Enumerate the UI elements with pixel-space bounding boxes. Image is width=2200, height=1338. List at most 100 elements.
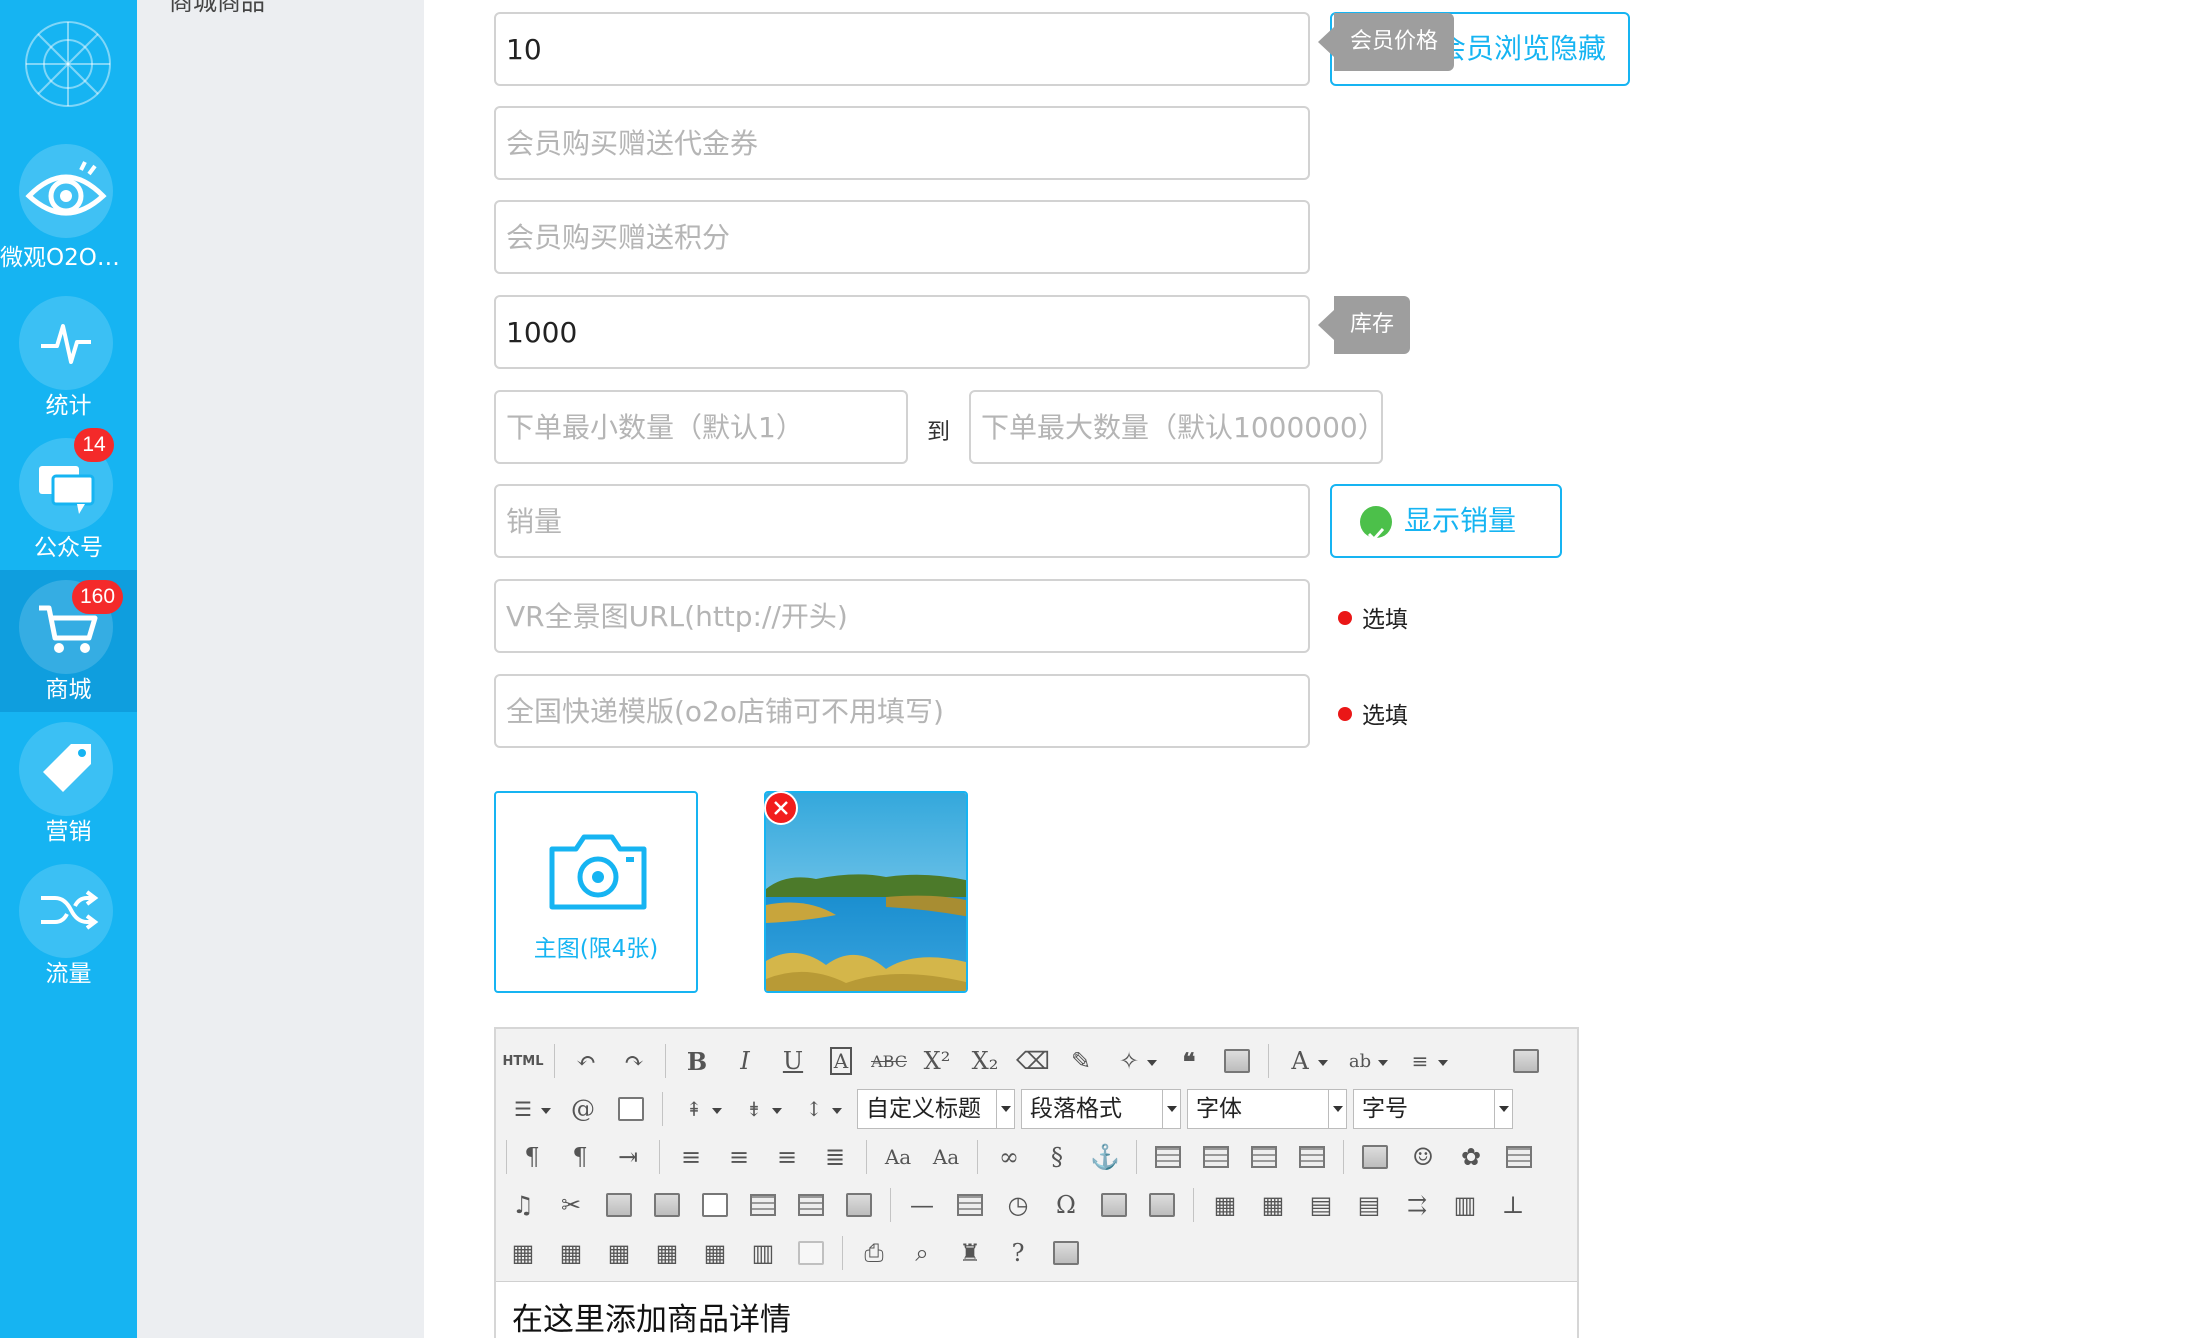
- merge-right-icon[interactable]: ▦: [554, 1236, 588, 1270]
- subscript-icon[interactable]: X₂: [968, 1044, 1002, 1078]
- chart-icon[interactable]: [794, 1236, 828, 1270]
- auto-format-icon[interactable]: ✧: [1112, 1044, 1157, 1078]
- editor-content[interactable]: 在这里添加商品详情: [512, 1294, 791, 1338]
- paragraph-spacing-top-icon[interactable]: ⇞: [677, 1092, 722, 1126]
- undo-icon[interactable]: ↶: [569, 1044, 603, 1078]
- ltr-icon[interactable]: ¶: [515, 1140, 549, 1174]
- scrawl-icon[interactable]: ✿: [1454, 1140, 1488, 1174]
- date-icon[interactable]: [953, 1188, 987, 1222]
- word-image-icon[interactable]: [1145, 1188, 1179, 1222]
- font-border-icon[interactable]: A: [824, 1044, 858, 1078]
- nav-item-official-account[interactable]: 14 公众号: [0, 428, 137, 570]
- to-uppercase-icon[interactable]: Aa: [881, 1140, 915, 1174]
- insert-col-icon[interactable]: ▥: [1448, 1188, 1482, 1222]
- emotion-icon[interactable]: ☺: [1406, 1140, 1440, 1174]
- stock-input[interactable]: [496, 297, 1308, 367]
- member-price-field[interactable]: [494, 12, 1310, 86]
- google-map-icon[interactable]: [650, 1188, 684, 1222]
- attachment-icon[interactable]: ✂: [554, 1188, 588, 1222]
- split-to-cells-icon[interactable]: ▦: [650, 1236, 684, 1270]
- link-icon[interactable]: ∞: [992, 1140, 1026, 1174]
- points-field[interactable]: [494, 200, 1310, 274]
- sales-input[interactable]: [496, 486, 1308, 556]
- express-template-field[interactable]: [494, 674, 1310, 748]
- bold-icon[interactable]: B: [680, 1044, 714, 1078]
- blockquote-icon[interactable]: ❝: [1172, 1044, 1206, 1078]
- map-icon[interactable]: [602, 1188, 636, 1222]
- indent-icon[interactable]: ⇥: [611, 1140, 645, 1174]
- at-icon[interactable]: @: [566, 1092, 600, 1126]
- print-icon[interactable]: ⎙: [857, 1236, 891, 1270]
- eraser-icon[interactable]: ⌫: [1016, 1044, 1050, 1078]
- redo-icon[interactable]: ↷: [617, 1044, 651, 1078]
- font-size-select[interactable]: 字号: [1353, 1089, 1513, 1129]
- show-sales-button[interactable]: 显示销量: [1330, 484, 1562, 558]
- highlight-color-icon[interactable]: ab: [1343, 1044, 1388, 1078]
- max-qty-input[interactable]: [971, 392, 1381, 462]
- blank-page-icon[interactable]: [614, 1092, 648, 1126]
- horizontal-rule-icon[interactable]: —: [905, 1188, 939, 1222]
- html-source-button[interactable]: HTML: [503, 1044, 544, 1078]
- merge-down-icon[interactable]: ▦: [602, 1236, 636, 1270]
- image-float-right-icon[interactable]: [1247, 1140, 1281, 1174]
- voucher-field[interactable]: [494, 106, 1310, 180]
- time-icon[interactable]: ◷: [1001, 1188, 1035, 1222]
- special-chars-icon[interactable]: Ω: [1049, 1188, 1083, 1222]
- unlink-icon[interactable]: §: [1040, 1140, 1074, 1174]
- unordered-list-icon[interactable]: ☰: [506, 1092, 551, 1126]
- anchor-icon[interactable]: ⚓: [1088, 1140, 1122, 1174]
- template-icon[interactable]: [794, 1188, 828, 1222]
- delete-table-icon[interactable]: ▦: [1256, 1188, 1290, 1222]
- insert-image-icon[interactable]: [1358, 1140, 1392, 1174]
- help-icon[interactable]: ?: [1001, 1236, 1035, 1270]
- font-color-icon[interactable]: A: [1283, 1044, 1328, 1078]
- nav-item-marketing[interactable]: 营销: [0, 712, 137, 854]
- align-center-icon[interactable]: ≡: [722, 1140, 756, 1174]
- split-to-rows-icon[interactable]: ▦: [698, 1236, 732, 1270]
- sales-field[interactable]: [494, 484, 1310, 558]
- format-brush-icon[interactable]: ✎: [1064, 1044, 1098, 1078]
- align-right-icon[interactable]: ≡: [770, 1140, 804, 1174]
- split-to-cols-icon[interactable]: ▥: [746, 1236, 780, 1270]
- delete-image-button[interactable]: [764, 791, 798, 825]
- preview-icon[interactable]: [1509, 1044, 1543, 1078]
- paste-text-icon[interactable]: [1220, 1044, 1254, 1078]
- voucher-input[interactable]: [496, 108, 1308, 178]
- nav-item-traffic[interactable]: 流量: [0, 854, 137, 996]
- rtl-icon[interactable]: ¶: [563, 1140, 597, 1174]
- points-input[interactable]: [496, 202, 1308, 272]
- express-template-input[interactable]: [496, 676, 1308, 746]
- font-family-select[interactable]: 字体: [1187, 1089, 1347, 1129]
- delete-row-icon[interactable]: ⇉: [1400, 1188, 1434, 1222]
- paragraph-format-select[interactable]: 段落格式: [1021, 1089, 1181, 1129]
- custom-title-select[interactable]: 自定义标题: [857, 1089, 1015, 1129]
- italic-icon[interactable]: I: [728, 1044, 762, 1078]
- vr-url-input[interactable]: [496, 581, 1308, 651]
- subnav-current-item[interactable]: 商城商品: [169, 0, 265, 17]
- align-justify-icon[interactable]: ≣: [818, 1140, 852, 1174]
- search-replace-icon[interactable]: ⌕: [905, 1236, 939, 1270]
- insert-table-icon[interactable]: ▦: [1208, 1188, 1242, 1222]
- nav-item-shop-home[interactable]: 微观O2O商城: [0, 134, 137, 276]
- min-qty-field[interactable]: [494, 390, 908, 464]
- image-center-icon[interactable]: [1295, 1140, 1329, 1174]
- strikethrough-icon[interactable]: ABC: [871, 1044, 907, 1078]
- main-image-upload-button[interactable]: 主图(限4张): [494, 791, 698, 993]
- member-price-input[interactable]: [496, 14, 1308, 84]
- insert-paragraph-before-table-icon[interactable]: ▤: [1304, 1188, 1338, 1222]
- drafts-icon[interactable]: ♜: [953, 1236, 987, 1270]
- superscript-icon[interactable]: X²: [920, 1044, 954, 1078]
- vr-url-field[interactable]: [494, 579, 1310, 653]
- insert-row-icon[interactable]: ▤: [1352, 1188, 1386, 1222]
- to-lowercase-icon[interactable]: Aa: [929, 1140, 963, 1174]
- snapscreen-icon[interactable]: [1097, 1188, 1131, 1222]
- insert-frame-icon[interactable]: [698, 1188, 732, 1222]
- line-height-icon[interactable]: ↕: [797, 1092, 842, 1126]
- paragraph-spacing-bottom-icon[interactable]: ⇟: [737, 1092, 782, 1126]
- max-qty-field[interactable]: [969, 390, 1383, 464]
- music-icon[interactable]: ♫: [506, 1188, 540, 1222]
- image-float-none-icon[interactable]: [1151, 1140, 1185, 1174]
- nav-item-stats[interactable]: 统计: [0, 286, 137, 428]
- stock-field[interactable]: [494, 295, 1310, 369]
- merge-cells-icon[interactable]: ▦: [506, 1236, 540, 1270]
